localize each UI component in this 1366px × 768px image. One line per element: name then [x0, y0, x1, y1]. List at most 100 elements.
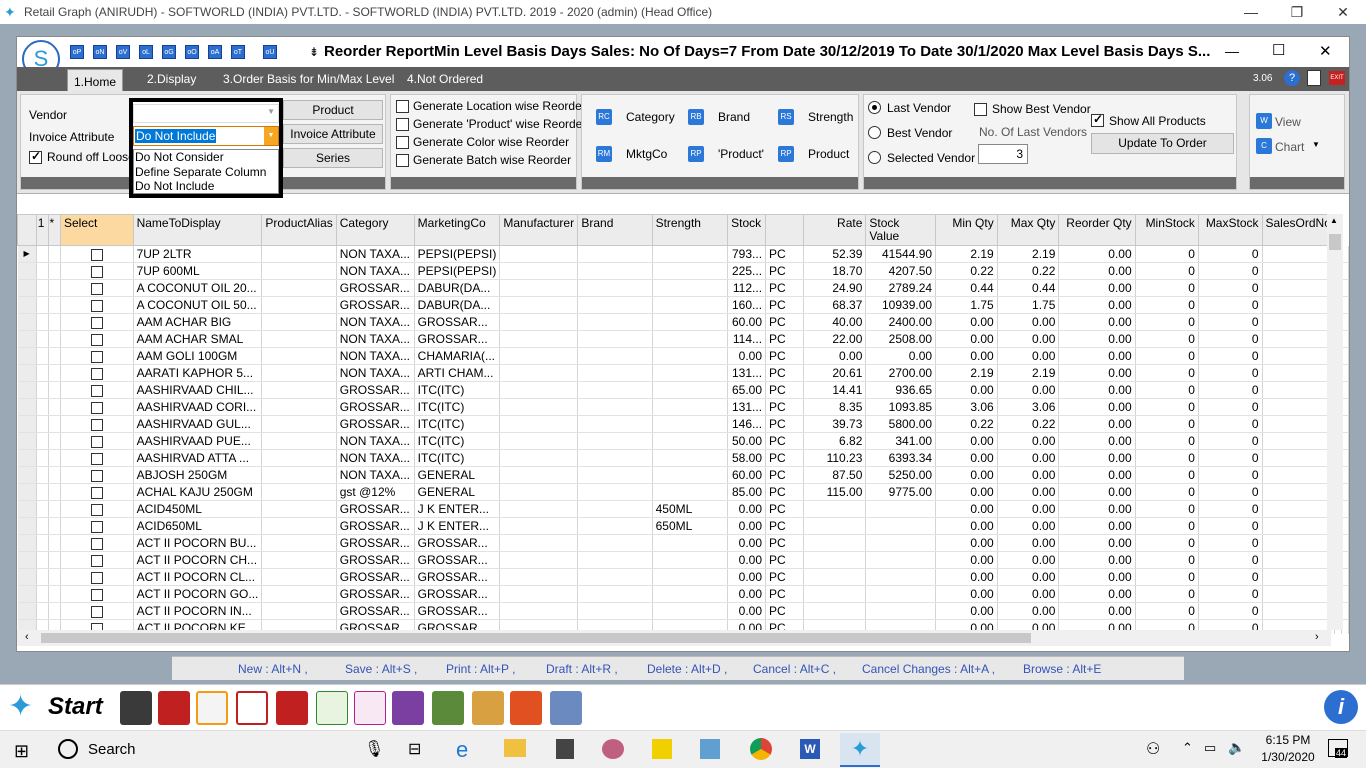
pdf-app-icon[interactable]	[276, 691, 308, 725]
show-all-products-checkbox[interactable]	[1091, 112, 1104, 127]
series-button[interactable]: Series	[283, 148, 383, 168]
scroll-up-icon[interactable]: ▲	[1330, 216, 1338, 225]
table-row[interactable]: ACID450ML GROSSAR... J K ENTER... 450ML 0.00…	[17, 500, 1349, 518]
table-row[interactable]: AAM ACHAR SMAL NON TAXA... GROSSAR... 114..…	[17, 330, 1349, 348]
row-selector[interactable]	[17, 296, 37, 314]
row-select-checkbox[interactable]	[90, 469, 103, 482]
row-selector[interactable]	[17, 602, 37, 620]
stock-app-icon[interactable]	[236, 691, 268, 725]
row-select-checkbox[interactable]	[90, 367, 103, 380]
brand-filter-icon[interactable]: RB	[688, 109, 704, 125]
product-group-filter-icon[interactable]: RP	[688, 146, 704, 162]
select-cell[interactable]	[60, 534, 134, 552]
product-group-filter-label[interactable]: 'Product'	[718, 147, 764, 161]
inner-minimize-icon[interactable]: —	[1225, 43, 1239, 59]
column-header-category[interactable]: Category	[335, 214, 415, 246]
notes-icon[interactable]	[700, 739, 720, 759]
row-selector[interactable]	[17, 415, 37, 433]
inner-restore-icon[interactable]: ☐	[1272, 41, 1285, 59]
select-cell[interactable]	[60, 364, 134, 382]
chart-label[interactable]: Chart	[1275, 140, 1304, 154]
column-header-stock-value[interactable]: Stock Value	[865, 214, 937, 246]
table-row[interactable]: ACT II POCORN CH... GROSSAR... GROSSAR... 0…	[17, 551, 1349, 569]
paint-icon[interactable]	[602, 739, 624, 759]
pe-app-icon[interactable]	[354, 691, 386, 725]
table-row[interactable]: AAM GOLI 100GM NON TAXA... CHAMARIA(... 0.0…	[17, 347, 1349, 365]
tab-display[interactable]: 2.Display	[141, 67, 202, 91]
calculator-icon[interactable]	[1307, 70, 1321, 86]
select-cell[interactable]	[60, 602, 134, 620]
quick-button-o-icon[interactable]: oO	[185, 45, 199, 59]
row-select-checkbox[interactable]	[90, 248, 103, 261]
row-selector[interactable]	[17, 534, 37, 552]
row-select-checkbox[interactable]	[90, 299, 103, 312]
quick-button-a-icon[interactable]: oA	[208, 45, 222, 59]
table-row[interactable]: ACT II POCORN IN... GROSSAR... GROSSAR... 0…	[17, 602, 1349, 620]
last-vendor-radio[interactable]	[868, 101, 881, 114]
column-header-min-qty[interactable]: Min Qty	[935, 214, 998, 246]
invoice-attribute-arrow-icon[interactable]: ▼	[264, 127, 278, 145]
inner-close-icon[interactable]: ✕	[1319, 42, 1332, 60]
product-button[interactable]: Product	[283, 100, 383, 120]
dropdown-option-do-not-consider[interactable]: Do Not Consider	[134, 150, 278, 165]
select-cell[interactable]	[60, 262, 134, 280]
row-selector[interactable]	[17, 466, 37, 484]
table-row[interactable]: ▶ 7UP 2LTR NON TAXA... PEPSI(PEPSI) 793... PC…	[17, 245, 1349, 263]
row-select-checkbox[interactable]	[90, 605, 103, 618]
quick-button-t-icon[interactable]: oT	[231, 45, 245, 59]
category-filter-icon[interactable]: RC	[596, 109, 612, 125]
mktgco-filter-icon[interactable]: RM	[596, 146, 612, 162]
select-cell[interactable]	[60, 449, 134, 467]
row-select-checkbox[interactable]	[90, 384, 103, 397]
chrome-icon[interactable]	[750, 738, 772, 760]
table-row[interactable]: ABJOSH 250GM NON TAXA... GENERAL 60.00 PC 87.…	[17, 466, 1349, 484]
re-app-icon[interactable]	[316, 691, 348, 725]
tray-chevron-icon[interactable]: ⌃	[1182, 740, 1193, 756]
select-cell[interactable]	[60, 568, 134, 586]
row-select-checkbox[interactable]	[90, 401, 103, 414]
table-row[interactable]: AASHIRVAAD PUE... NON TAXA... ITC(ITC) 50.0…	[17, 432, 1349, 450]
strength-filter-label[interactable]: Strength	[808, 110, 853, 124]
row-selector[interactable]	[17, 398, 37, 416]
row-select-checkbox[interactable]	[90, 571, 103, 584]
column-header-rate[interactable]: Rate	[802, 214, 867, 246]
row-selector[interactable]	[17, 330, 37, 348]
row-selector[interactable]	[17, 483, 37, 501]
scroll-left-icon[interactable]: ‹	[25, 631, 29, 643]
calculator-taskbar-icon[interactable]	[556, 739, 574, 759]
tools-app-icon[interactable]	[392, 691, 424, 725]
row-selector[interactable]: ▶	[17, 245, 37, 263]
table-row[interactable]: AAM ACHAR BIG NON TAXA... GROSSAR... 60.00 P…	[17, 313, 1349, 331]
table-row[interactable]: AASHIRVAAD GUL... GROSSAR... ITC(ITC) 146..…	[17, 415, 1349, 433]
row-select-checkbox[interactable]	[90, 418, 103, 431]
start-label[interactable]: Start	[48, 693, 103, 721]
help-icon[interactable]: ?	[1284, 70, 1300, 86]
table-row[interactable]: 7UP 600ML NON TAXA... PEPSI(PEPSI) 225... PC…	[17, 262, 1349, 280]
people-icon[interactable]: ⚇	[1146, 739, 1160, 759]
windows-start-icon[interactable]: ⊞	[14, 741, 29, 762]
best-vendor-radio[interactable]	[868, 126, 881, 139]
row-selector[interactable]	[17, 279, 37, 297]
close-icon[interactable]: ✕	[1320, 0, 1366, 24]
network-icon[interactable]: ▭	[1204, 740, 1216, 756]
vendor-combo-arrow-icon[interactable]: ▼	[267, 107, 275, 116]
volume-icon[interactable]: 🔈	[1228, 739, 1245, 756]
mktgco-filter-label[interactable]: MktgCo	[626, 147, 667, 161]
round-off-checkbox[interactable]	[29, 149, 42, 164]
select-cell[interactable]	[60, 313, 134, 331]
row-select-checkbox[interactable]	[90, 486, 103, 499]
row-selector[interactable]	[17, 432, 37, 450]
row-select-checkbox[interactable]	[90, 537, 103, 550]
no-last-vendors-input[interactable]: 3	[978, 144, 1028, 164]
row-selector[interactable]	[17, 313, 37, 331]
scroll-thumb[interactable]	[1329, 234, 1341, 250]
column-header-select[interactable]: Select	[60, 214, 134, 246]
row-select-checkbox[interactable]	[90, 452, 103, 465]
edge-icon[interactable]: e	[456, 737, 468, 763]
selected-vendor-radio[interactable]	[868, 151, 881, 164]
row-selector[interactable]	[17, 551, 37, 569]
column-header-min-stock[interactable]: MinStock	[1134, 214, 1199, 246]
scanner-app-icon[interactable]	[550, 691, 582, 725]
table-row[interactable]: AARATI KAPHOR 5... NON TAXA... ARTI CHAM..…	[17, 364, 1349, 382]
row-select-checkbox[interactable]	[90, 435, 103, 448]
